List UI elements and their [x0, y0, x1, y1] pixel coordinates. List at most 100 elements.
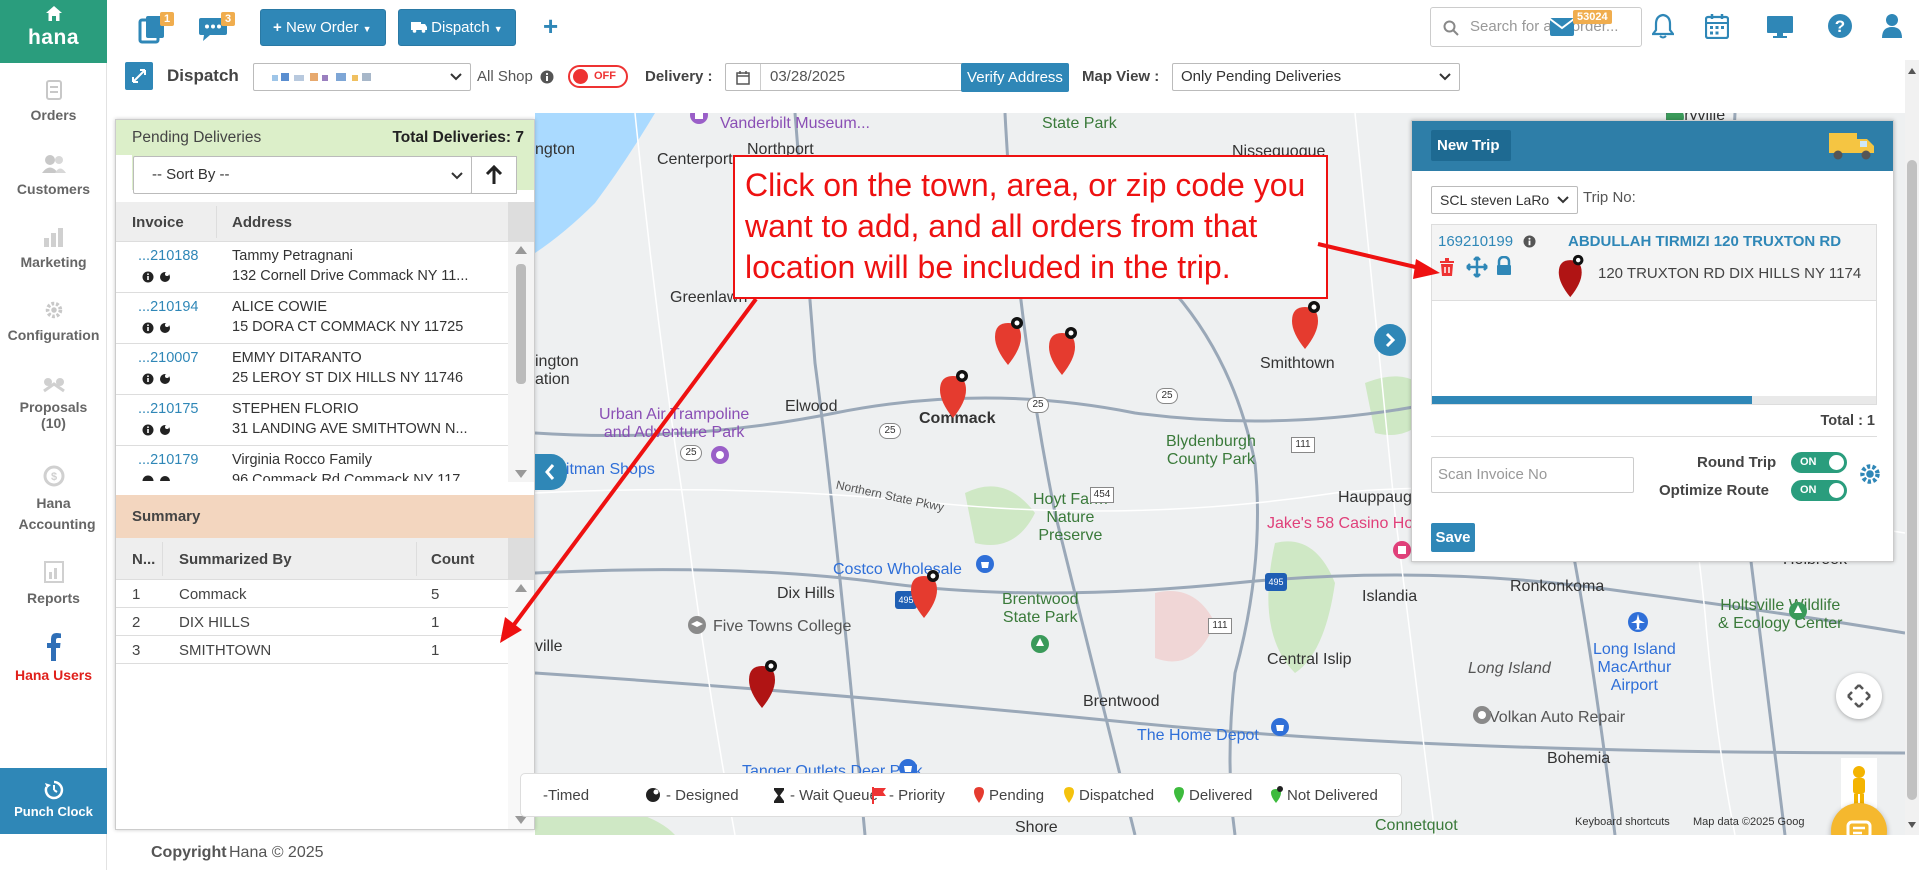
row-invoice[interactable]: ...210007 — [138, 350, 198, 366]
sidebar-label: Configuration — [7, 327, 100, 343]
move-arrows-icon[interactable] — [1466, 256, 1488, 278]
help-icon[interactable]: ? — [1827, 13, 1853, 39]
row-name: Tammy Petragnani — [232, 248, 353, 264]
map-view-select[interactable]: Only Pending Deliveries — [1172, 63, 1460, 91]
pending-delivery-pin[interactable] — [938, 368, 972, 420]
priority-flag-icon — [872, 787, 886, 804]
sidebar-item-configuration[interactable]: Configuration — [0, 299, 107, 343]
bell-icon[interactable] — [1652, 13, 1674, 39]
sidebar-item-customers[interactable]: Customers — [0, 153, 107, 197]
keyboard-shortcuts-link[interactable]: Keyboard shortcuts — [1575, 816, 1670, 828]
all-shop-toggle[interactable]: OFF — [568, 65, 628, 88]
gear-icon[interactable] — [1857, 461, 1883, 487]
add-tab-plus-icon[interactable]: + — [543, 11, 558, 42]
top-bar: 1 3 + New Order ▼ Dispatch ▼ + Search fo… — [107, 0, 1919, 60]
summary-row[interactable]: 3 SMITHTOWN 1 — [116, 636, 508, 664]
trampoline-poi-icon[interactable] — [710, 445, 730, 465]
summary-row[interactable]: 2 DIX HILLS 1 — [116, 608, 508, 636]
scroll-thumb[interactable] — [1907, 160, 1917, 800]
sidebar-item-proposals[interactable]: Proposals (10) — [0, 371, 107, 431]
sort-by-select[interactable]: -- Sort By -- — [133, 156, 472, 194]
pending-row[interactable]: ...210007 EMMY DITARANTO 25 LEROY ST DIX… — [116, 344, 508, 395]
casino-poi-icon[interactable] — [1392, 540, 1412, 560]
college-poi-icon[interactable] — [687, 615, 707, 635]
calendar-icon[interactable] — [1705, 13, 1729, 39]
airport-poi-icon[interactable] — [1627, 611, 1649, 633]
mail-icon[interactable] — [1549, 17, 1575, 37]
new-order-button[interactable]: + New Order ▼ — [260, 9, 386, 46]
scroll-thumb[interactable] — [516, 264, 526, 384]
map-label: Ronkonkoma — [1510, 578, 1605, 595]
pending-delivery-pin[interactable] — [993, 315, 1027, 367]
save-button[interactable]: Save — [1431, 523, 1475, 552]
page-scrollbar[interactable] — [1905, 60, 1919, 835]
row-invoice[interactable]: ...210188 — [138, 248, 198, 264]
pending-row[interactable]: ...210175 STEPHEN FLORIO 31 LANDING AVE … — [116, 395, 508, 446]
sidebar-item-hana-users[interactable]: Hana Users — [0, 633, 107, 683]
trip-horizontal-scrollbar[interactable] — [1432, 396, 1876, 404]
street-view-pegman[interactable] — [1841, 758, 1877, 808]
new-trip-button[interactable]: New Trip ▼ — [1431, 130, 1511, 183]
pending-row[interactable]: ...210188 Tammy Petragnani 132 Cornell D… — [116, 242, 508, 293]
expand-trip-panel-button[interactable] — [1374, 324, 1406, 356]
round-trip-toggle[interactable]: ON — [1791, 452, 1847, 473]
stop-invoice[interactable]: 169210199 — [1438, 233, 1513, 250]
sort-direction-button[interactable] — [471, 156, 517, 194]
mail-badge: 53024 — [1573, 10, 1612, 24]
route-shield: 25 — [879, 423, 901, 439]
move-arrows-icon — [1847, 684, 1871, 708]
row-address: 31 LANDING AVE SMITHTOWN N... — [232, 421, 468, 437]
row-name: STEPHEN FLORIO — [232, 401, 359, 417]
punch-clock-button[interactable]: Punch Clock — [0, 768, 107, 834]
footer: Copyright Hana © 2025 — [107, 835, 1919, 870]
pending-row[interactable]: ...210194 ALICE COWIE 15 DORA CT COMMACK… — [116, 293, 508, 344]
home-depot-poi-icon[interactable] — [1270, 717, 1290, 737]
summary-row[interactable]: 1 Commack 5 — [116, 580, 508, 608]
scroll-thumb[interactable] — [1432, 396, 1752, 404]
pending-delivery-pin[interactable] — [909, 568, 943, 620]
sidebar-item-marketing[interactable]: Marketing — [0, 226, 107, 270]
verify-address-button[interactable]: Verify Address — [961, 63, 1069, 92]
monitor-icon[interactable] — [1766, 15, 1794, 39]
trip-stop[interactable]: 169210199 ABDULLAH TIRMIZI 120 TRUXTON R… — [1432, 225, 1876, 301]
shop-select[interactable] — [253, 63, 471, 91]
sidebar-item-orders[interactable]: Orders — [0, 79, 107, 123]
trash-icon[interactable] — [1438, 257, 1456, 277]
costco-poi-icon[interactable] — [975, 554, 995, 574]
driver-select[interactable]: SCL steven LaRo — [1431, 186, 1578, 214]
assigned-delivery-pin[interactable] — [747, 658, 781, 710]
sidebar-item-hana-accounting[interactable]: $ Hana Accounting — [0, 465, 107, 535]
optimize-route-toggle[interactable]: ON — [1791, 480, 1847, 501]
dispatch-button[interactable]: Dispatch ▼ — [398, 9, 516, 46]
trip-stops-list: 169210199 ABDULLAH TIRMIZI 120 TRUXTON R… — [1431, 224, 1877, 405]
legend-not-delivered: Not Delivered — [1287, 787, 1378, 804]
scan-invoice-input[interactable]: Scan Invoice No — [1431, 457, 1634, 493]
sidebar-item-reports[interactable]: Reports — [0, 560, 107, 606]
pending-row[interactable]: ...210179 Virginia Rocco Family 96 Comma… — [116, 446, 508, 481]
fullscreen-map-button[interactable] — [1836, 673, 1882, 719]
row-invoice[interactable]: ...210194 — [138, 299, 198, 315]
calendar-icon — [736, 71, 750, 85]
collapse-pending-panel-button[interactable] — [535, 454, 567, 490]
auto-repair-poi-icon[interactable] — [1472, 705, 1492, 725]
expand-button[interactable] — [125, 62, 153, 90]
row-invoice[interactable]: ...210179 — [138, 452, 198, 468]
museum-poi-icon[interactable] — [689, 113, 709, 125]
scroll-up-icon — [515, 246, 527, 254]
user-icon[interactable] — [1881, 13, 1903, 39]
pending-delivery-pin[interactable] — [1290, 299, 1324, 351]
row-invoice[interactable]: ...210175 — [138, 401, 198, 417]
summary-count: 1 — [431, 614, 440, 631]
wildlife-poi-icon[interactable] — [1788, 601, 1808, 621]
dispatch-filter-bar: Dispatch All Shop OFF Delivery : 03/28/2… — [107, 60, 1919, 94]
map-label: ngton — [535, 141, 576, 158]
row-name: ALICE COWIE — [232, 299, 328, 315]
col-no: N... — [132, 551, 156, 568]
hana-logo[interactable]: hana — [0, 0, 107, 63]
pending-scrollbar[interactable] — [508, 242, 534, 482]
delivered-pin-icon — [1174, 787, 1184, 803]
lock-icon[interactable] — [1496, 256, 1512, 276]
park-poi-icon[interactable] — [1030, 634, 1050, 654]
map-label: Vanderbilt Museum... — [720, 115, 870, 132]
pending-delivery-pin[interactable] — [1047, 325, 1081, 377]
